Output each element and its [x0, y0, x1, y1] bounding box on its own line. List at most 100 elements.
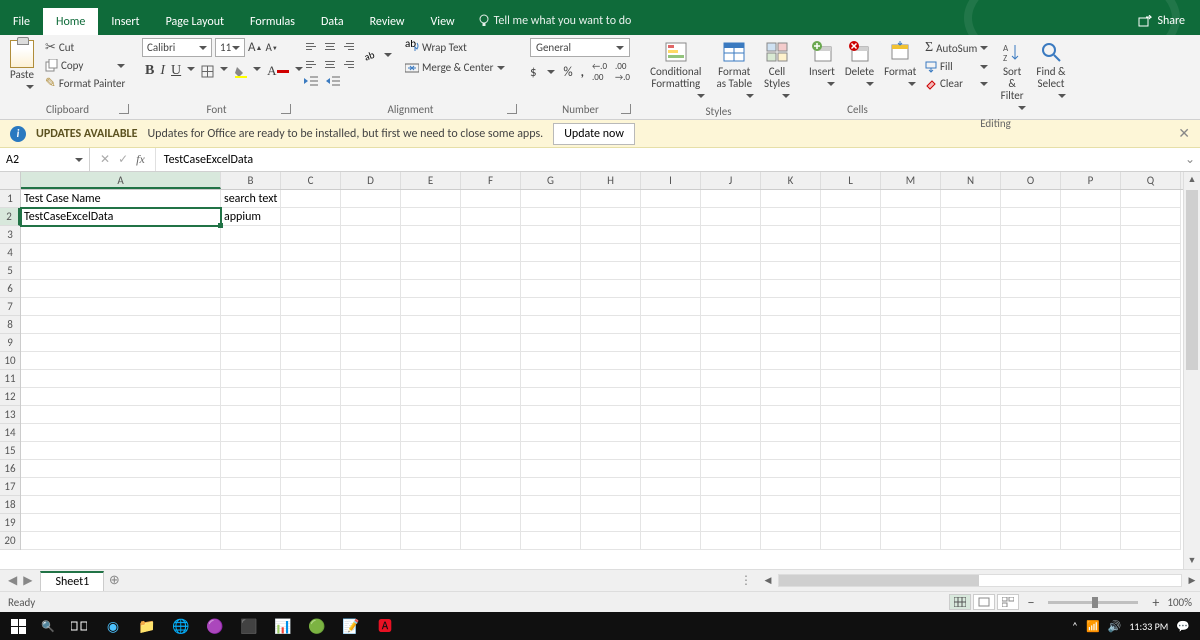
cell[interactable]	[21, 226, 221, 244]
cell[interactable]	[701, 424, 761, 442]
cell[interactable]	[21, 514, 221, 532]
cell[interactable]	[701, 496, 761, 514]
cell[interactable]	[821, 262, 881, 280]
cell[interactable]	[761, 334, 821, 352]
column-header[interactable]: A	[21, 172, 221, 189]
cell[interactable]	[401, 280, 461, 298]
row-header[interactable]: 7	[0, 298, 20, 316]
horizontal-scrollbar[interactable]: ⋮ ◀ ▶	[740, 570, 1200, 591]
cell[interactable]	[521, 424, 581, 442]
cell[interactable]	[1001, 208, 1061, 226]
cell[interactable]	[701, 460, 761, 478]
update-now-button[interactable]: Update now	[553, 123, 635, 145]
dialog-launcher-icon[interactable]	[119, 104, 129, 114]
column-header[interactable]: O	[1001, 172, 1061, 189]
cell[interactable]	[21, 244, 221, 262]
cell[interactable]	[21, 478, 221, 496]
tab-data[interactable]: Data	[308, 8, 357, 35]
cell[interactable]	[221, 280, 281, 298]
cell[interactable]	[881, 262, 941, 280]
cell[interactable]	[281, 406, 341, 424]
cell[interactable]	[341, 442, 401, 460]
format-painter-button[interactable]: ✎Format Painter	[42, 74, 128, 93]
cell[interactable]	[401, 478, 461, 496]
cell[interactable]	[761, 280, 821, 298]
cell[interactable]	[1001, 424, 1061, 442]
cell[interactable]	[821, 460, 881, 478]
cell[interactable]	[641, 244, 701, 262]
number-format-combo[interactable]: General	[530, 38, 630, 57]
column-header[interactable]: N	[941, 172, 1001, 189]
cell[interactable]	[1121, 316, 1181, 334]
delete-cells-button[interactable]: Delete	[842, 38, 877, 92]
cell[interactable]	[881, 298, 941, 316]
cell[interactable]	[701, 532, 761, 550]
copy-button[interactable]: Copy	[42, 57, 128, 74]
cell[interactable]	[1061, 442, 1121, 460]
cell[interactable]	[941, 352, 1001, 370]
row-header[interactable]: 6	[0, 280, 20, 298]
cell[interactable]	[461, 316, 521, 334]
expand-formula-bar-icon[interactable]: ⌄	[1180, 152, 1200, 167]
cell[interactable]	[461, 460, 521, 478]
cell[interactable]	[701, 352, 761, 370]
column-header[interactable]: C	[281, 172, 341, 189]
cell[interactable]	[881, 424, 941, 442]
cell[interactable]	[821, 442, 881, 460]
cell[interactable]	[881, 352, 941, 370]
increase-font-icon[interactable]: A▲	[248, 40, 262, 55]
cell[interactable]	[341, 298, 401, 316]
cell[interactable]	[281, 226, 341, 244]
cell[interactable]	[1001, 478, 1061, 496]
cell[interactable]	[821, 244, 881, 262]
cell[interactable]	[341, 406, 401, 424]
tab-review[interactable]: Review	[357, 8, 418, 35]
cell[interactable]	[761, 406, 821, 424]
split-handle-icon[interactable]: ⋮	[740, 573, 758, 588]
cell[interactable]	[821, 352, 881, 370]
cell[interactable]	[581, 442, 641, 460]
cell[interactable]	[341, 316, 401, 334]
volume-icon[interactable]: 🔊	[1108, 620, 1122, 633]
cell[interactable]	[641, 262, 701, 280]
cell[interactable]	[1061, 370, 1121, 388]
cell[interactable]	[1001, 370, 1061, 388]
sheet-nav[interactable]: ◀▶	[0, 573, 40, 588]
cell[interactable]	[641, 478, 701, 496]
cell[interactable]	[21, 388, 221, 406]
cell[interactable]	[701, 370, 761, 388]
cell[interactable]: search text	[221, 190, 281, 208]
cell[interactable]	[341, 424, 401, 442]
cell[interactable]	[761, 388, 821, 406]
cell[interactable]	[881, 316, 941, 334]
cell[interactable]	[581, 478, 641, 496]
cell[interactable]	[1001, 244, 1061, 262]
alignment-grid[interactable]	[304, 38, 356, 72]
cell[interactable]	[221, 514, 281, 532]
autosum-button[interactable]: ΣAutoSum	[922, 38, 991, 58]
taskbar-app-icon[interactable]: ◉	[98, 612, 128, 640]
cell[interactable]	[401, 226, 461, 244]
cell[interactable]	[821, 298, 881, 316]
dialog-launcher-icon[interactable]	[507, 104, 517, 114]
cell[interactable]	[881, 208, 941, 226]
cell[interactable]	[281, 388, 341, 406]
italic-button[interactable]: I	[160, 63, 165, 79]
cell[interactable]	[401, 352, 461, 370]
cell[interactable]	[881, 388, 941, 406]
tell-me-search[interactable]: Tell me what you want to do	[468, 7, 642, 35]
cell[interactable]	[701, 388, 761, 406]
cell[interactable]	[881, 406, 941, 424]
taskbar-app-icon[interactable]: 🟢	[302, 612, 332, 640]
taskbar-app-icon[interactable]: 📊	[268, 612, 298, 640]
column-header[interactable]: G	[521, 172, 581, 189]
cell[interactable]	[1001, 460, 1061, 478]
cell[interactable]	[1001, 190, 1061, 208]
cell[interactable]	[461, 226, 521, 244]
bold-button[interactable]: B	[145, 63, 154, 79]
cell[interactable]	[881, 496, 941, 514]
cell[interactable]	[941, 442, 1001, 460]
cell[interactable]	[401, 334, 461, 352]
cell[interactable]	[461, 442, 521, 460]
cell[interactable]	[521, 244, 581, 262]
